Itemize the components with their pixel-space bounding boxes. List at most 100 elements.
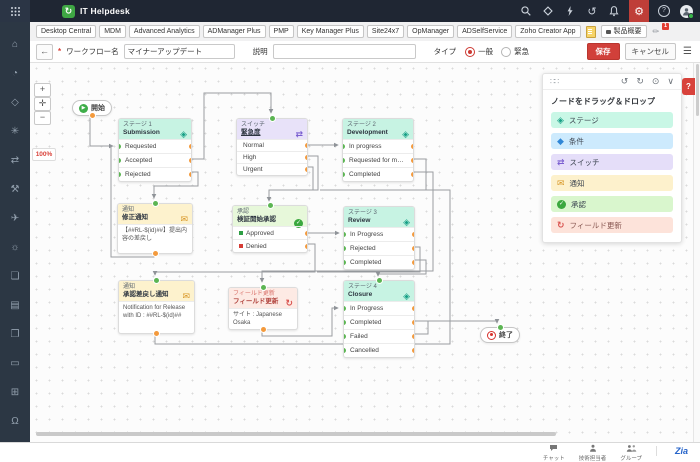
node-header[interactable]: ステージ 1 Submission ◈ <box>119 119 191 139</box>
palette-item-condition[interactable]: ◆条件 <box>551 133 673 149</box>
node-row[interactable]: Requested <box>119 139 191 153</box>
node-header[interactable]: スイッチ 緊急度 ⇄ <box>237 119 307 139</box>
row-output-port[interactable] <box>412 232 414 237</box>
flash-icon[interactable] <box>563 0 577 22</box>
node-row[interactable]: Normal <box>237 139 307 151</box>
row-input-port[interactable] <box>119 144 121 149</box>
type-radio-1[interactable]: 緊急 <box>501 46 529 57</box>
notification-node[interactable]: 通知 承認差戻し通知 ✉ Notification for Release wi… <box>118 280 195 334</box>
history-icon[interactable]: ↺ <box>585 0 599 22</box>
output-port[interactable] <box>90 113 95 118</box>
sidebar-box-icon[interactable]: ❏ <box>0 262 30 291</box>
node-row[interactable]: Completed <box>343 167 413 181</box>
row-input-port[interactable] <box>343 172 345 177</box>
sidebar-chart-icon[interactable]: ⊞ <box>0 378 30 407</box>
sidebar-bulb-icon[interactable]: ☼ <box>0 233 30 262</box>
sidebar-dashboard-icon[interactable]: ◔ <box>0 59 30 88</box>
row-output-port[interactable] <box>411 172 413 177</box>
node-row[interactable]: In Progress <box>344 227 414 241</box>
approval-node[interactable]: 承認 検証開始承認 ✓ ApprovedDenied <box>232 205 308 253</box>
node-row[interactable]: Accepted <box>119 153 191 167</box>
settings-icon[interactable]: ⚙ <box>629 0 649 22</box>
row-output-port[interactable] <box>412 246 414 251</box>
pan-button[interactable]: ✛ <box>34 97 51 111</box>
row-input-port[interactable] <box>344 246 346 251</box>
tab-product-overview[interactable]: 製品概要 <box>601 25 647 38</box>
row-input-port[interactable] <box>119 158 121 163</box>
palette-item-stage[interactable]: ◈ステージ <box>551 112 673 128</box>
product-tab[interactable]: ADSelfService <box>457 25 512 38</box>
node-row[interactable]: Denied <box>233 239 307 252</box>
row-output-port[interactable] <box>411 158 413 163</box>
output-port[interactable] <box>261 327 266 332</box>
palette-item-notification[interactable]: ✉通知 <box>551 175 673 191</box>
row-output-port[interactable] <box>189 144 191 149</box>
type-radio-0[interactable]: 一般 <box>465 46 493 57</box>
workflow-name-input[interactable] <box>124 44 235 59</box>
target-button[interactable]: ⊙ <box>652 76 660 87</box>
input-port[interactable] <box>377 278 382 283</box>
switch-node[interactable]: スイッチ 緊急度 ⇄ NormalHighUrgent <box>236 118 308 176</box>
node-row[interactable]: Completed <box>344 315 414 329</box>
node-row[interactable]: In progress <box>343 139 413 153</box>
row-output-port[interactable] <box>412 334 414 339</box>
row-input-port[interactable] <box>344 232 346 237</box>
node-header[interactable]: 通知 修正通知 ✉ <box>118 204 192 224</box>
node-header[interactable]: ステージ 4 Closure ◈ <box>344 281 414 301</box>
product-tab[interactable]: Desktop Central <box>36 25 96 38</box>
node-row[interactable]: Rejected <box>119 167 191 181</box>
stage-node[interactable]: ステージ 3 Review ◈ In ProgressRejectedCompl… <box>343 206 415 270</box>
sidebar-home-icon[interactable]: ⌂ <box>0 30 30 59</box>
row-output-port[interactable] <box>305 244 307 249</box>
node-row[interactable]: Urgent <box>237 163 307 175</box>
sidebar-shuffle-icon[interactable]: ⇄ <box>0 146 30 175</box>
product-tab[interactable]: PMP <box>269 25 294 38</box>
row-input-port[interactable] <box>344 334 346 339</box>
drag-handle-icon[interactable]: ∷∷ <box>550 77 558 86</box>
row-output-port[interactable] <box>305 155 307 160</box>
row-output-port[interactable] <box>412 320 414 325</box>
input-port[interactable] <box>154 278 159 283</box>
row-input-port[interactable] <box>343 144 345 149</box>
fieldupdate-node[interactable]: フィールド更新 フィールド更新 ↻ サイト : Japanese Osaka <box>228 287 298 330</box>
sidebar-headset-icon[interactable]: Ω <box>0 407 30 436</box>
node-row[interactable]: Completed <box>344 255 414 269</box>
explore-icon[interactable] <box>541 0 555 22</box>
node-row[interactable]: Requested for more in... <box>343 153 413 167</box>
palette-item-switch[interactable]: ⇄スイッチ <box>551 154 673 170</box>
product-tab[interactable]: MDM <box>99 25 126 38</box>
sidebar-database-icon[interactable]: ▤ <box>0 291 30 320</box>
node-row[interactable]: Failed <box>344 329 414 343</box>
row-input-port[interactable] <box>344 260 346 265</box>
input-port[interactable] <box>261 285 266 290</box>
row-output-port[interactable] <box>305 167 307 172</box>
node-header[interactable]: ステージ 3 Review ◈ <box>344 207 414 227</box>
sidebar-tags-icon[interactable]: ◇ <box>0 88 30 117</box>
redo-button[interactable]: ↻ <box>636 76 644 87</box>
row-output-port[interactable] <box>189 158 191 163</box>
palette-item-fieldupdate[interactable]: ↻フィールド更新 <box>551 217 673 233</box>
stage-node[interactable]: ステージ 2 Development ◈ In progressRequeste… <box>342 118 414 182</box>
node-row[interactable]: Rejected <box>344 241 414 255</box>
product-tab[interactable]: OpManager <box>407 25 454 38</box>
node-row[interactable]: Approved <box>233 226 307 239</box>
row-input-port[interactable] <box>343 158 345 163</box>
notification-node[interactable]: 通知 修正通知 ✉ 【##RL-$(id)##】提出内容の差戻し <box>117 203 193 254</box>
stage-node[interactable]: ステージ 1 Submission ◈ RequestedAcceptedRej… <box>118 118 192 182</box>
node-row[interactable]: In Progress <box>344 301 414 315</box>
product-tab[interactable]: Site24x7 <box>367 25 404 38</box>
product-tab[interactable]: Advanced Analytics <box>129 25 200 38</box>
input-port[interactable] <box>498 325 503 330</box>
node-header[interactable]: 通知 承認差戻し通知 ✉ <box>119 281 194 301</box>
row-input-port[interactable] <box>119 172 121 177</box>
sidebar-document-icon[interactable]: ❐ <box>0 320 30 349</box>
node-header[interactable]: フィールド更新 フィールド更新 ↻ <box>229 288 297 308</box>
input-port[interactable] <box>270 116 275 121</box>
help-icon[interactable]: ? <box>657 0 671 22</box>
node-header[interactable]: ステージ 2 Development ◈ <box>343 119 413 139</box>
apps-grid-button[interactable] <box>0 0 30 22</box>
start-node[interactable]: ▶開始 <box>72 100 112 116</box>
row-output-port[interactable] <box>305 231 307 236</box>
row-input-port[interactable] <box>344 348 346 353</box>
collapse-panel-button[interactable]: ∨ <box>667 76 674 87</box>
